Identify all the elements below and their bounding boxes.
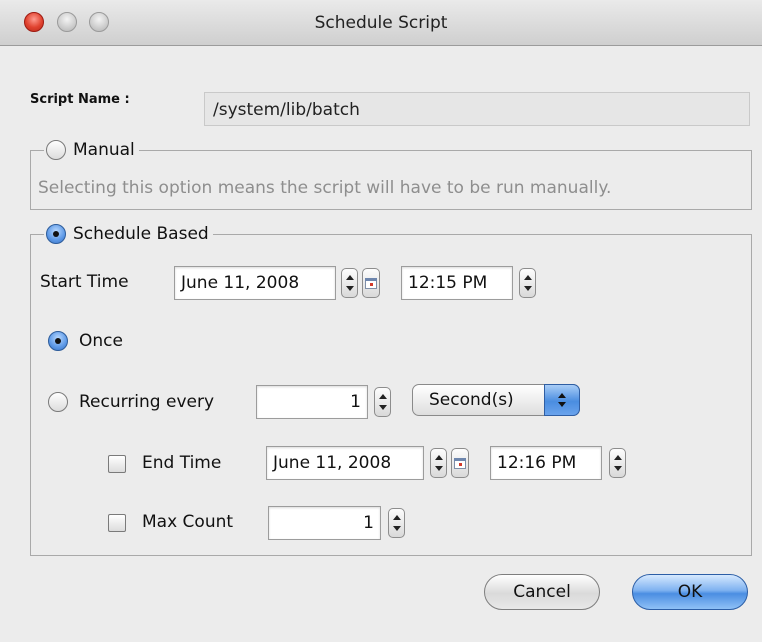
end-time-label: End Time xyxy=(142,453,222,473)
schedule-based-label: Schedule Based xyxy=(73,224,209,244)
manual-description: Selecting this option means the script w… xyxy=(38,178,612,198)
recurring-radio[interactable] xyxy=(48,392,68,412)
recurring-option[interactable]: Recurring every xyxy=(48,392,214,412)
end-date-stepper[interactable] xyxy=(430,448,447,478)
script-name-field: /system/lib/batch xyxy=(204,92,750,126)
recurring-unit-value: Second(s) xyxy=(429,390,514,410)
recurring-interval-stepper[interactable] xyxy=(374,387,391,417)
ok-button[interactable]: OK xyxy=(632,574,748,610)
select-arrows-icon xyxy=(544,384,580,416)
max-count-checkbox[interactable] xyxy=(108,514,126,532)
max-count-field[interactable]: 1 xyxy=(268,506,381,540)
recurring-unit-select[interactable]: Second(s) xyxy=(412,384,580,416)
start-date-calendar-icon[interactable] xyxy=(362,268,380,298)
script-name-label: Script Name : xyxy=(30,92,130,107)
start-time-label: Start Time xyxy=(40,272,129,292)
recurring-label: Recurring every xyxy=(79,392,215,412)
manual-label: Manual xyxy=(73,140,135,160)
start-time-stepper[interactable] xyxy=(519,268,536,298)
once-label: Once xyxy=(79,331,123,351)
schedule-based-radio[interactable] xyxy=(46,224,66,244)
once-radio[interactable] xyxy=(48,331,68,351)
max-count-stepper[interactable] xyxy=(388,508,405,538)
end-date-calendar-icon[interactable] xyxy=(451,448,469,478)
manual-option[interactable]: Manual xyxy=(44,138,139,162)
start-time-field[interactable]: 12:15 PM xyxy=(401,266,513,300)
start-date-field[interactable]: June 11, 2008 xyxy=(174,266,336,300)
max-count-label: Max Count xyxy=(142,512,234,532)
end-time-field[interactable]: 12:16 PM xyxy=(490,446,602,480)
window-title: Schedule Script xyxy=(314,13,448,33)
once-option[interactable]: Once xyxy=(48,331,123,351)
schedule-based-option[interactable]: Schedule Based xyxy=(44,222,213,246)
start-date-stepper[interactable] xyxy=(341,268,358,298)
recurring-interval-field[interactable]: 1 xyxy=(256,385,368,419)
manual-radio[interactable] xyxy=(46,140,66,160)
end-date-field[interactable]: June 11, 2008 xyxy=(266,446,424,480)
end-time-stepper[interactable] xyxy=(609,448,626,478)
cancel-button[interactable]: Cancel xyxy=(484,574,600,610)
end-time-checkbox[interactable] xyxy=(108,455,126,473)
